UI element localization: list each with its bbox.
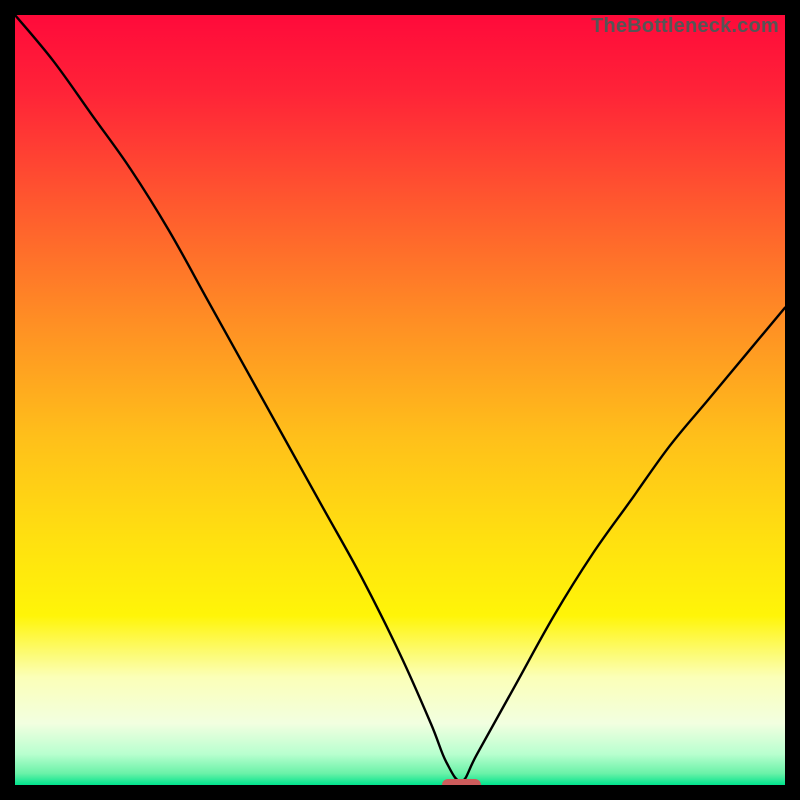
bottleneck-curve	[15, 15, 785, 785]
plot-area: TheBottleneck.com	[15, 15, 785, 785]
optimum-marker	[442, 779, 481, 785]
chart-frame: TheBottleneck.com	[0, 0, 800, 800]
watermark-text: TheBottleneck.com	[591, 15, 779, 38]
